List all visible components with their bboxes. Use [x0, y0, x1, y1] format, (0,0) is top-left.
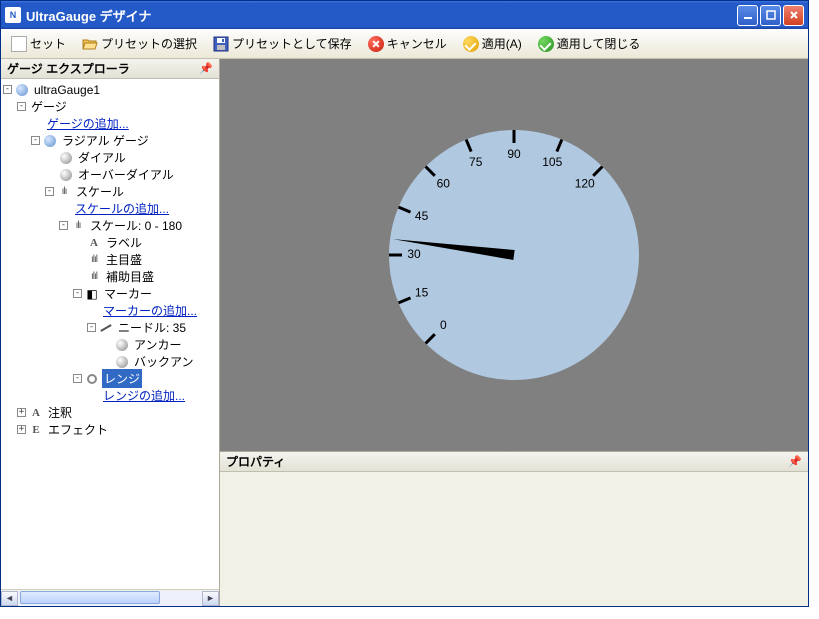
pin-icon[interactable]: 📌 [199, 62, 213, 75]
tree-root[interactable]: -ultraGauge1 [1, 81, 219, 98]
scroll-thumb[interactable] [20, 591, 160, 604]
tree-add-scale[interactable]: スケールの追加... [1, 200, 219, 217]
svg-text:120: 120 [575, 176, 595, 190]
app-icon: N [5, 7, 21, 23]
properties-header: プロパティ 📌 [220, 452, 808, 472]
tree-add-range[interactable]: レンジの追加... [1, 387, 219, 404]
svg-text:60: 60 [437, 176, 451, 190]
ticks-icon: ılıl [87, 270, 101, 284]
collapse-icon[interactable]: - [59, 221, 68, 230]
properties-body[interactable] [220, 472, 808, 606]
sphere-icon [60, 169, 72, 181]
tree-minor-ticks[interactable]: ılıl補助目盛 [1, 268, 219, 285]
minimize-button[interactable] [737, 5, 758, 26]
svg-text:105: 105 [542, 155, 562, 169]
expand-icon[interactable]: + [17, 425, 26, 434]
tree-anchor[interactable]: アンカー [1, 336, 219, 353]
gauge-icon [16, 84, 28, 96]
designer-window: N UltraGauge デザイナ セット プリセットの選択 プリセットとして保… [0, 0, 809, 607]
folder-open-icon [82, 36, 98, 52]
tree-add-gauge[interactable]: ゲージの追加... [1, 115, 219, 132]
svg-text:90: 90 [507, 147, 521, 161]
tree-back-anchor[interactable]: バックアン [1, 353, 219, 370]
maximize-button[interactable] [760, 5, 781, 26]
sphere-icon [116, 339, 128, 351]
tree-overdial[interactable]: オーバーダイアル [1, 166, 219, 183]
tree-effects[interactable]: +Eエフェクト [1, 421, 219, 438]
save-icon [213, 36, 229, 52]
gauge-preview[interactable]: 0 15 30 45 60 75 90 105 120 [220, 59, 808, 451]
expand-icon[interactable]: + [17, 408, 26, 417]
ticks-icon: ılıl [87, 253, 101, 267]
properties-panel: プロパティ 📌 [220, 451, 808, 606]
gauge-icon [44, 135, 56, 147]
tree-labels[interactable]: Aラベル [1, 234, 219, 251]
apply-close-icon [538, 36, 554, 52]
collapse-icon[interactable]: - [3, 85, 12, 94]
horizontal-scrollbar[interactable]: ◄ ► [1, 589, 219, 606]
pin-icon[interactable]: 📌 [788, 455, 802, 468]
tree-dial[interactable]: ダイアル [1, 149, 219, 166]
title-bar[interactable]: N UltraGauge デザイナ [1, 1, 808, 29]
sphere-icon [116, 356, 128, 368]
svg-text:0: 0 [440, 318, 447, 332]
tree-radial-gauge[interactable]: -ラジアル ゲージ [1, 132, 219, 149]
explorer-title: ゲージ エクスプローラ [7, 60, 130, 77]
tree-gauges[interactable]: -ゲージ [1, 98, 219, 115]
toolbar: セット プリセットの選択 プリセットとして保存 キャンセル 適用(A) 適用して… [1, 29, 808, 59]
window-title: UltraGauge デザイナ [26, 6, 737, 25]
svg-text:75: 75 [469, 155, 483, 169]
tree-scales[interactable]: -ılıスケール [1, 183, 219, 200]
collapse-icon[interactable]: - [73, 289, 82, 298]
tree-ranges[interactable]: -レンジ [1, 370, 219, 387]
gauge-explorer-panel: ゲージ エクスプローラ 📌 -ultraGauge1 -ゲージ ゲージの追加..… [1, 59, 220, 606]
collapse-icon[interactable]: - [87, 323, 96, 332]
ticks-icon: ılı [71, 219, 85, 233]
apply-button[interactable]: 適用(A) [457, 33, 528, 54]
collapse-icon[interactable]: - [17, 102, 26, 111]
explorer-header: ゲージ エクスプローラ 📌 [1, 59, 219, 79]
design-surface-panel: 0 15 30 45 60 75 90 105 120 プロパティ 📌 [220, 59, 808, 606]
preset-save-button[interactable]: プリセットとして保存 [207, 33, 358, 54]
collapse-icon[interactable]: - [45, 187, 54, 196]
letter-e-icon: E [29, 423, 43, 437]
marker-icon: ◧ [85, 287, 99, 301]
tree-scale-0-180[interactable]: -ılıスケール: 0 - 180 [1, 217, 219, 234]
sphere-icon [60, 152, 72, 164]
tree-view[interactable]: -ultraGauge1 -ゲージ ゲージの追加... -ラジアル ゲージ ダイ… [1, 79, 219, 589]
ring-icon [85, 372, 99, 386]
apply-icon [463, 36, 479, 52]
preset-select-button[interactable]: プリセットの選択 [76, 33, 203, 54]
apply-close-button[interactable]: 適用して閉じる [532, 33, 647, 54]
tree-major-ticks[interactable]: ılıl主目盛 [1, 251, 219, 268]
new-icon [11, 36, 27, 52]
radial-gauge: 0 15 30 45 60 75 90 105 120 [374, 115, 654, 395]
cancel-icon [368, 36, 384, 52]
collapse-icon[interactable]: - [73, 374, 82, 383]
scroll-track[interactable] [18, 591, 202, 606]
tree-add-marker[interactable]: マーカーの追加... [1, 302, 219, 319]
tree-annotations[interactable]: +A注釈 [1, 404, 219, 421]
close-button[interactable] [783, 5, 804, 26]
letter-a-icon: A [29, 406, 43, 420]
ticks-icon: ılı [57, 185, 71, 199]
scroll-left-button[interactable]: ◄ [1, 591, 18, 606]
cancel-button[interactable]: キャンセル [362, 33, 453, 54]
tree-markers[interactable]: -◧マーカー [1, 285, 219, 302]
needle-icon [99, 321, 113, 335]
svg-text:30: 30 [407, 247, 421, 261]
tree-needle[interactable]: -ニードル: 35 [1, 319, 219, 336]
set-button[interactable]: セット [5, 33, 72, 54]
collapse-icon[interactable]: - [31, 136, 40, 145]
properties-title: プロパティ [226, 453, 285, 470]
scroll-right-button[interactable]: ► [202, 591, 219, 606]
svg-text:45: 45 [415, 209, 429, 223]
svg-text:15: 15 [415, 285, 429, 299]
letter-a-icon: A [87, 236, 101, 250]
